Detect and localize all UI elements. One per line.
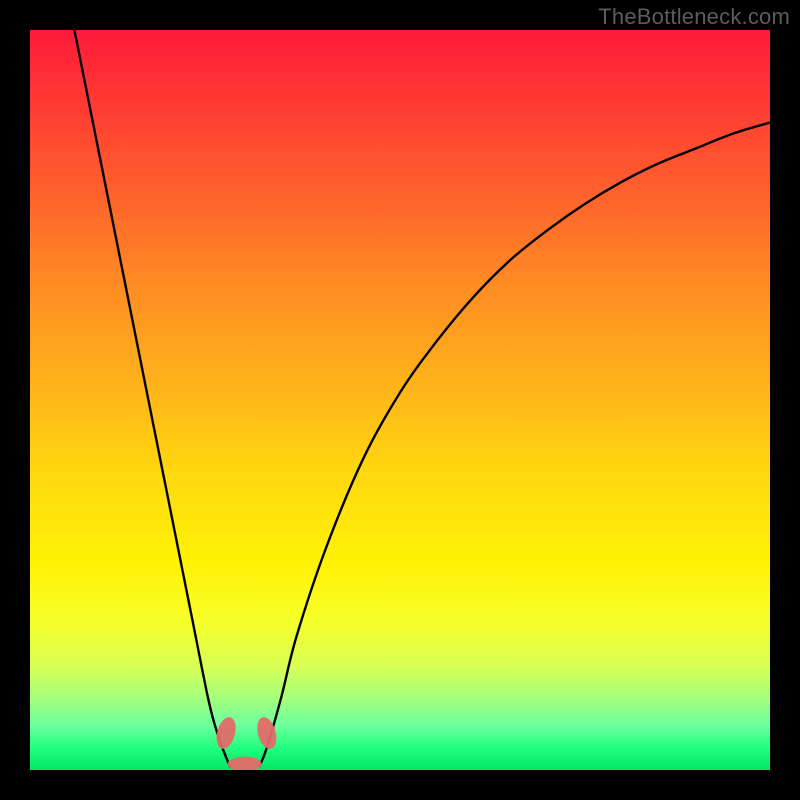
chart-frame: TheBottleneck.com bbox=[0, 0, 800, 800]
curve-left-branch bbox=[74, 30, 229, 766]
curve-layer bbox=[30, 30, 770, 770]
blob-bottom bbox=[228, 757, 262, 770]
curve-right-branch bbox=[259, 123, 770, 767]
blob-left bbox=[213, 715, 239, 751]
watermark-text: TheBottleneck.com bbox=[598, 4, 790, 30]
plot-area bbox=[30, 30, 770, 770]
marker-group bbox=[213, 715, 279, 770]
